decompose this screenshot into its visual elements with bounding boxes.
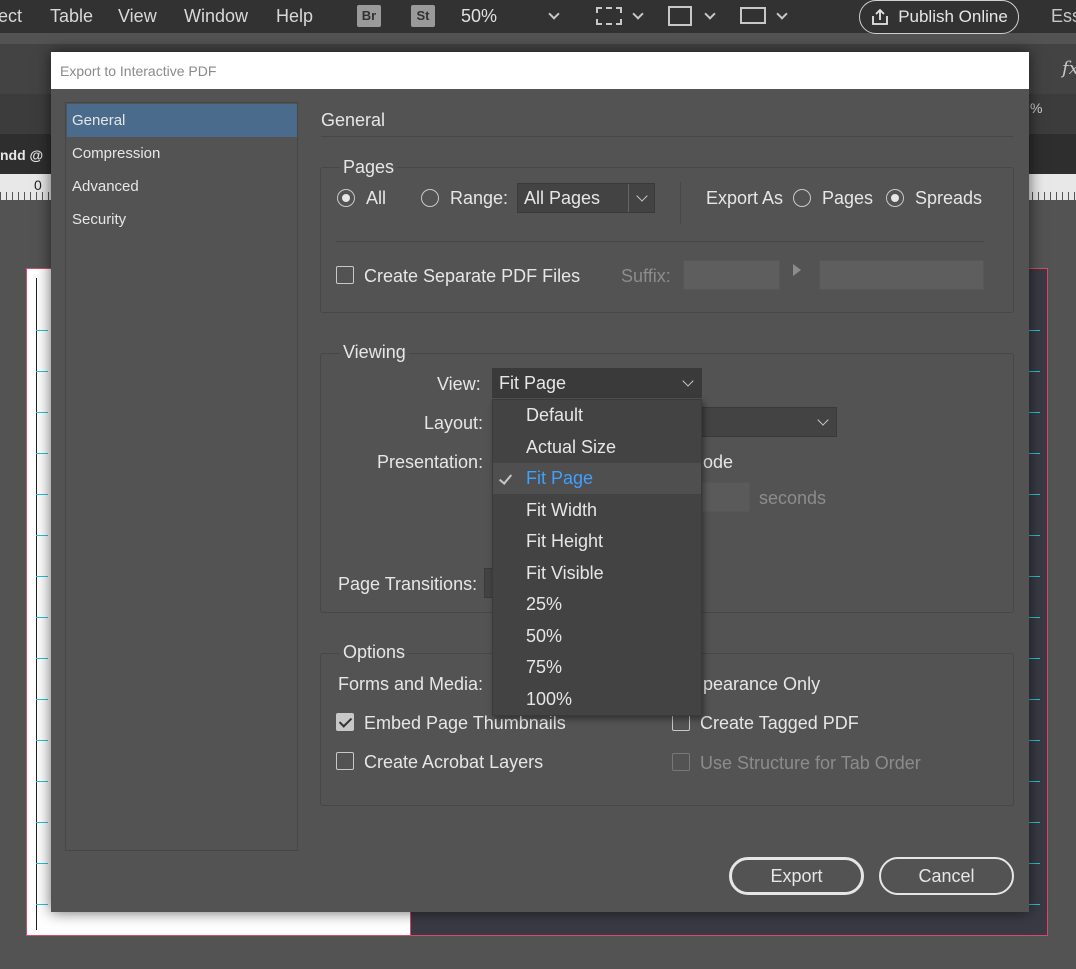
all-pages-label: All (366, 188, 387, 208)
triangle-right-icon (793, 264, 801, 276)
sidebar-item-advanced[interactable]: Advanced (67, 170, 297, 203)
frame-icon[interactable] (596, 7, 622, 25)
margin-guides-right (1028, 290, 1040, 910)
view-option-100[interactable]: 100% (493, 684, 701, 715)
view-option-25[interactable]: 25% (493, 589, 701, 620)
separate-pdf-label: Create Separate PDF Files (364, 266, 581, 286)
publish-online-button[interactable]: Publish Online (859, 0, 1019, 34)
view-option-fit-width[interactable]: Fit Width (493, 495, 701, 526)
view-option-fit-visible[interactable]: Fit Visible (493, 558, 701, 589)
export-spreads-label: Spreads (915, 188, 983, 208)
viewing-group-label: Viewing (340, 342, 409, 363)
tagged-pdf-label: Create Tagged PDF (700, 713, 859, 733)
export-button[interactable]: Export (729, 857, 864, 895)
menu-bar: ect Table View Window Help Br St 50% Pub… (0, 0, 1076, 34)
menu-object[interactable]: ect (0, 6, 22, 27)
range-select[interactable]: All Pages (517, 183, 655, 213)
page-transitions-label: Page Transitions: (338, 574, 478, 594)
view-option-fit-page[interactable]: Fit Page (493, 463, 701, 494)
document-tab[interactable]: ndd @ (0, 147, 43, 163)
forms-media-label: Forms and Media: (338, 674, 484, 694)
menu-help[interactable]: Help (276, 6, 313, 27)
range-radio[interactable] (421, 189, 439, 207)
embed-thumbnails-checkbox[interactable] (336, 713, 354, 731)
view-select[interactable]: Fit Page (492, 368, 702, 398)
structure-tab-order-label: Use Structure for Tab Order (700, 753, 921, 773)
appearance-only-label: pearance Only (703, 674, 821, 694)
separate-pdf-checkbox[interactable] (336, 266, 354, 284)
layout-icon[interactable] (740, 7, 766, 24)
margin-guides-left (36, 290, 48, 910)
chevron-down-icon (628, 184, 654, 212)
view-mode-icon[interactable] (668, 6, 692, 26)
chevron-down-icon[interactable] (704, 8, 716, 20)
stock-icon[interactable]: St (411, 5, 435, 27)
view-select-value: Fit Page (499, 373, 567, 393)
embed-thumbnails-label: Embed Page Thumbnails (364, 713, 566, 733)
cancel-button[interactable]: Cancel (879, 857, 1014, 895)
range-label: Range: (450, 188, 509, 208)
menu-view[interactable]: View (118, 6, 157, 27)
view-option-fit-height[interactable]: Fit Height (493, 526, 701, 557)
share-icon (872, 8, 889, 25)
structure-tab-order-checkbox[interactable] (672, 753, 690, 771)
chevron-down-icon[interactable] (776, 8, 788, 20)
acrobat-layers-checkbox[interactable] (336, 752, 354, 770)
options-group-label: Options (340, 642, 409, 663)
bridge-icon[interactable]: Br (357, 5, 381, 27)
chevron-down-icon[interactable] (632, 8, 644, 20)
checkmark-icon (498, 471, 513, 485)
acrobat-layers-label: Create Acrobat Layers (364, 752, 544, 772)
publish-online-label: Publish Online (898, 7, 1008, 26)
dialog-title: Export to Interactive PDF (60, 63, 217, 79)
presentation-label: Presentation: (377, 452, 484, 472)
view-option-actual-size[interactable]: Actual Size (493, 432, 701, 463)
view-dropdown-menu: Default Actual Size Fit Page Fit Width F… (492, 399, 702, 716)
export-pages-radio[interactable] (793, 189, 811, 207)
pages-row-divider (336, 241, 984, 242)
export-spreads-radio[interactable] (886, 189, 904, 207)
section-divider (321, 136, 1013, 137)
full-screen-mode-label: ode (703, 452, 734, 472)
ruler-zero: 0 (34, 177, 42, 193)
dialog-sidebar: General Compression Advanced Security (65, 102, 298, 851)
view-option-fit-page-label: Fit Page (526, 468, 594, 488)
chevron-down-icon[interactable] (548, 8, 560, 20)
range-select-value: All Pages (524, 188, 601, 208)
all-pages-radio[interactable] (337, 189, 355, 207)
suffix-label: Suffix: (621, 266, 671, 286)
workspace-switcher[interactable]: Ess (1051, 6, 1076, 27)
pages-group (320, 167, 1014, 313)
pages-divider (680, 182, 681, 224)
chevron-down-icon (675, 369, 701, 397)
view-label: View: (437, 374, 481, 394)
export-pages-label: Pages (822, 188, 874, 208)
zoom-level[interactable]: 50% (461, 6, 497, 27)
export-as-label: Export As (706, 188, 784, 208)
fx-icon[interactable]: fx (1062, 58, 1076, 79)
sidebar-item-security[interactable]: Security (67, 203, 297, 236)
chevron-down-icon (810, 408, 836, 436)
sidebar-item-compression[interactable]: Compression (67, 137, 297, 170)
flip-seconds-field[interactable] (702, 482, 750, 512)
pages-group-label: Pages (340, 157, 398, 178)
layout-label: Layout: (424, 413, 484, 433)
menu-window[interactable]: Window (184, 6, 248, 27)
suffix-preview-field[interactable] (819, 260, 984, 290)
dialog-titlebar[interactable]: Export to Interactive PDF (51, 52, 1029, 89)
percent-label: % (1030, 100, 1043, 116)
section-title: General (321, 110, 386, 130)
sidebar-item-general[interactable]: General (67, 104, 297, 137)
view-option-50[interactable]: 50% (493, 621, 701, 652)
view-option-default[interactable]: Default (493, 400, 701, 431)
seconds-label: seconds (759, 488, 827, 508)
menu-table[interactable]: Table (50, 6, 93, 27)
suffix-field[interactable] (683, 260, 780, 290)
view-option-75[interactable]: 75% (493, 652, 701, 683)
